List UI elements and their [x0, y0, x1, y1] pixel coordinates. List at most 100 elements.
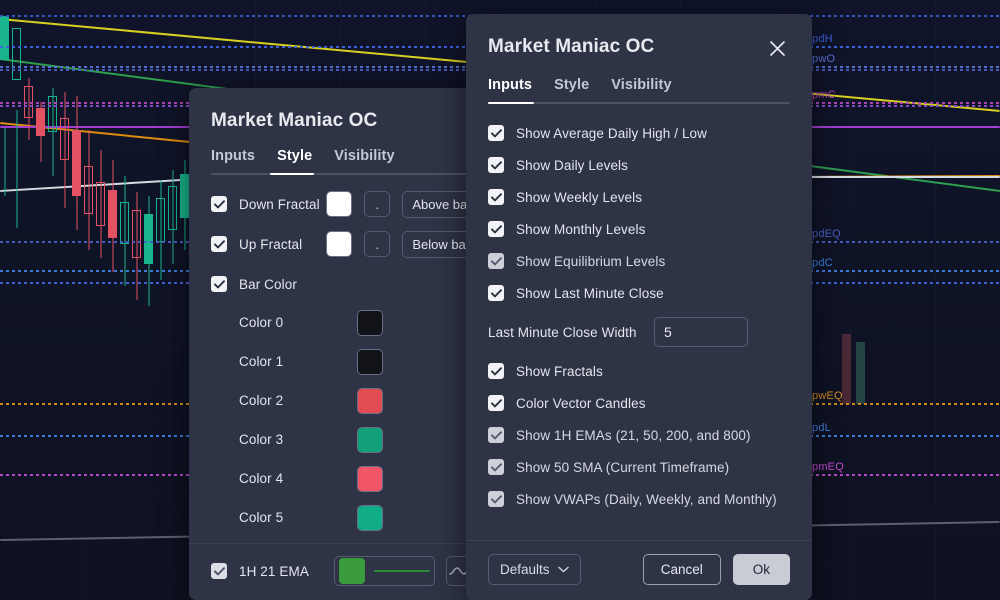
option-row-1[interactable]: Show Daily Levels	[488, 149, 790, 181]
down-fractal-char-box[interactable]: .	[364, 191, 390, 217]
option-row-5[interactable]: Show Last Minute Close	[488, 277, 790, 309]
candlestick	[36, 0, 45, 600]
swatch-color-2[interactable]	[357, 388, 383, 414]
tab-style[interactable]: Style	[277, 148, 312, 175]
label-indicator-4: Show VWAPs (Daily, Weekly, and Monthly)	[516, 492, 777, 507]
swatch-color-4[interactable]	[357, 466, 383, 492]
label-color-1: Color 1	[239, 354, 357, 369]
volume-bar	[856, 342, 865, 404]
price-level-label: pdC	[812, 257, 833, 269]
options-group-levels: Show Average Daily High / LowShow Daily …	[488, 117, 790, 309]
ok-button[interactable]: Ok	[733, 554, 790, 585]
checkbox-option-2[interactable]	[488, 189, 504, 205]
label-color-5: Color 5	[239, 510, 357, 525]
checkbox-option-3[interactable]	[488, 221, 504, 237]
style-dialog-header: Market Maniac OC	[189, 88, 494, 132]
label-color-2: Color 2	[239, 393, 357, 408]
row-bar-color-5[interactable]: Color 5	[211, 498, 472, 537]
tab-visibility[interactable]: Visibility	[611, 77, 671, 104]
input-last-minute-close-width[interactable]	[654, 317, 748, 347]
indicator-row-0[interactable]: Show Fractals	[488, 355, 790, 387]
inputs-dialog-tabs[interactable]: Inputs Style Visibility	[466, 77, 812, 104]
tab-visibility[interactable]: Visibility	[334, 148, 394, 175]
price-level-label: pmEQ	[812, 461, 844, 473]
swatch-color-3[interactable]	[357, 427, 383, 453]
checkbox-option-5[interactable]	[488, 285, 504, 301]
tab-style[interactable]: Style	[554, 77, 589, 104]
checkbox-indicator-1[interactable]	[488, 395, 504, 411]
checkbox-indicator-4[interactable]	[488, 491, 504, 507]
row-bar-color-1[interactable]: Color 1	[211, 342, 472, 381]
cancel-button[interactable]: Cancel	[643, 554, 721, 585]
style-dialog-title: Market Maniac OC	[211, 110, 377, 132]
checkbox-option-1[interactable]	[488, 157, 504, 173]
option-row-3[interactable]: Show Monthly Levels	[488, 213, 790, 245]
swatch-color-0[interactable]	[357, 310, 383, 336]
option-row-0[interactable]: Show Average Daily High / Low	[488, 117, 790, 149]
close-button[interactable]	[764, 35, 790, 61]
checkbox-indicator-2[interactable]	[488, 427, 504, 443]
select-down-fractal-position[interactable]: Above bar	[402, 191, 472, 218]
checkbox-down-fractal[interactable]	[211, 196, 227, 212]
price-level-label: pmC	[812, 89, 836, 101]
candlestick	[96, 0, 105, 600]
price-level-label: pdL	[812, 422, 831, 434]
price-level-label: pwEQ	[812, 390, 843, 402]
candlestick	[72, 0, 81, 600]
swatch-down-fractal[interactable]	[326, 191, 352, 217]
label-option-4: Show Equilibrium Levels	[516, 254, 665, 269]
candlestick	[0, 0, 9, 600]
label-indicator-0: Show Fractals	[516, 364, 603, 379]
style-dialog-body: Down Fractal . Above bar Up Fractal . Be…	[189, 175, 494, 543]
label-bar-color: Bar Color	[239, 277, 297, 292]
row-bar-color-0[interactable]: Color 0	[211, 303, 472, 342]
checkbox-option-4[interactable]	[488, 253, 504, 269]
style-dialog-tabs[interactable]: Inputs Style Visibility	[189, 148, 494, 175]
ema-style-control[interactable]	[334, 556, 435, 586]
row-up-fractal[interactable]: Up Fractal . Below bar	[211, 225, 472, 263]
swatch-color-1[interactable]	[357, 349, 383, 375]
swatch-1h-21-ema[interactable]	[339, 558, 365, 584]
style-settings-dialog[interactable]: Market Maniac OC Inputs Style Visibility…	[189, 88, 494, 600]
checkbox-option-0[interactable]	[488, 125, 504, 141]
row-bar-color[interactable]: Bar Color	[211, 265, 472, 303]
indicator-row-3[interactable]: Show 50 SMA (Current Timeframe)	[488, 451, 790, 483]
candlestick	[132, 0, 141, 600]
candlestick	[84, 0, 93, 600]
checkbox-1h-21-ema[interactable]	[211, 563, 227, 579]
indicator-row-1[interactable]: Color Vector Candles	[488, 387, 790, 419]
checkbox-bar-color[interactable]	[211, 276, 227, 292]
defaults-button[interactable]: Defaults	[488, 554, 581, 585]
swatch-color-5[interactable]	[357, 505, 383, 531]
price-level-label: pdEQ	[812, 228, 841, 240]
line-style-preview[interactable]	[374, 570, 430, 572]
option-row-4[interactable]: Show Equilibrium Levels	[488, 245, 790, 277]
chevron-down-icon	[558, 566, 569, 573]
defaults-label: Defaults	[500, 562, 550, 577]
candlestick	[120, 0, 129, 600]
indicator-row-2[interactable]: Show 1H EMAs (21, 50, 200, and 800)	[488, 419, 790, 451]
tab-inputs[interactable]: Inputs	[488, 77, 532, 104]
row-last-minute-close-width[interactable]: Last Minute Close Width	[488, 309, 790, 355]
indicator-row-4[interactable]: Show VWAPs (Daily, Weekly, and Monthly)	[488, 483, 790, 515]
tab-inputs[interactable]: Inputs	[211, 148, 255, 175]
checkbox-indicator-0[interactable]	[488, 363, 504, 379]
candlestick	[144, 0, 153, 600]
row-bar-color-3[interactable]: Color 3	[211, 420, 472, 459]
row-bar-color-2[interactable]: Color 2	[211, 381, 472, 420]
option-row-2[interactable]: Show Weekly Levels	[488, 181, 790, 213]
row-bar-color-4[interactable]: Color 4	[211, 459, 472, 498]
select-up-fractal-position[interactable]: Below bar	[402, 231, 472, 258]
label-option-2: Show Weekly Levels	[516, 190, 642, 205]
label-option-3: Show Monthly Levels	[516, 222, 645, 237]
checkbox-indicator-3[interactable]	[488, 459, 504, 475]
bar-color-list: Color 0 Color 1 Color 2 Color 3 Color 4 Color…	[211, 303, 472, 537]
options-group-indicators: Show Fractals Color Vector CandlesShow 1H…	[488, 355, 790, 515]
checkbox-up-fractal[interactable]	[211, 236, 227, 252]
label-color-3: Color 3	[239, 432, 357, 447]
screen: pdHpwOpmCpdEQpdCpwEQpdLpmEQ mVWAP Market…	[0, 0, 1000, 600]
swatch-up-fractal[interactable]	[326, 231, 352, 257]
inputs-settings-dialog[interactable]: Market Maniac OC Inputs Style Visibility…	[466, 14, 812, 600]
up-fractal-char-box[interactable]: .	[364, 231, 390, 257]
row-down-fractal[interactable]: Down Fractal . Above bar	[211, 185, 472, 223]
